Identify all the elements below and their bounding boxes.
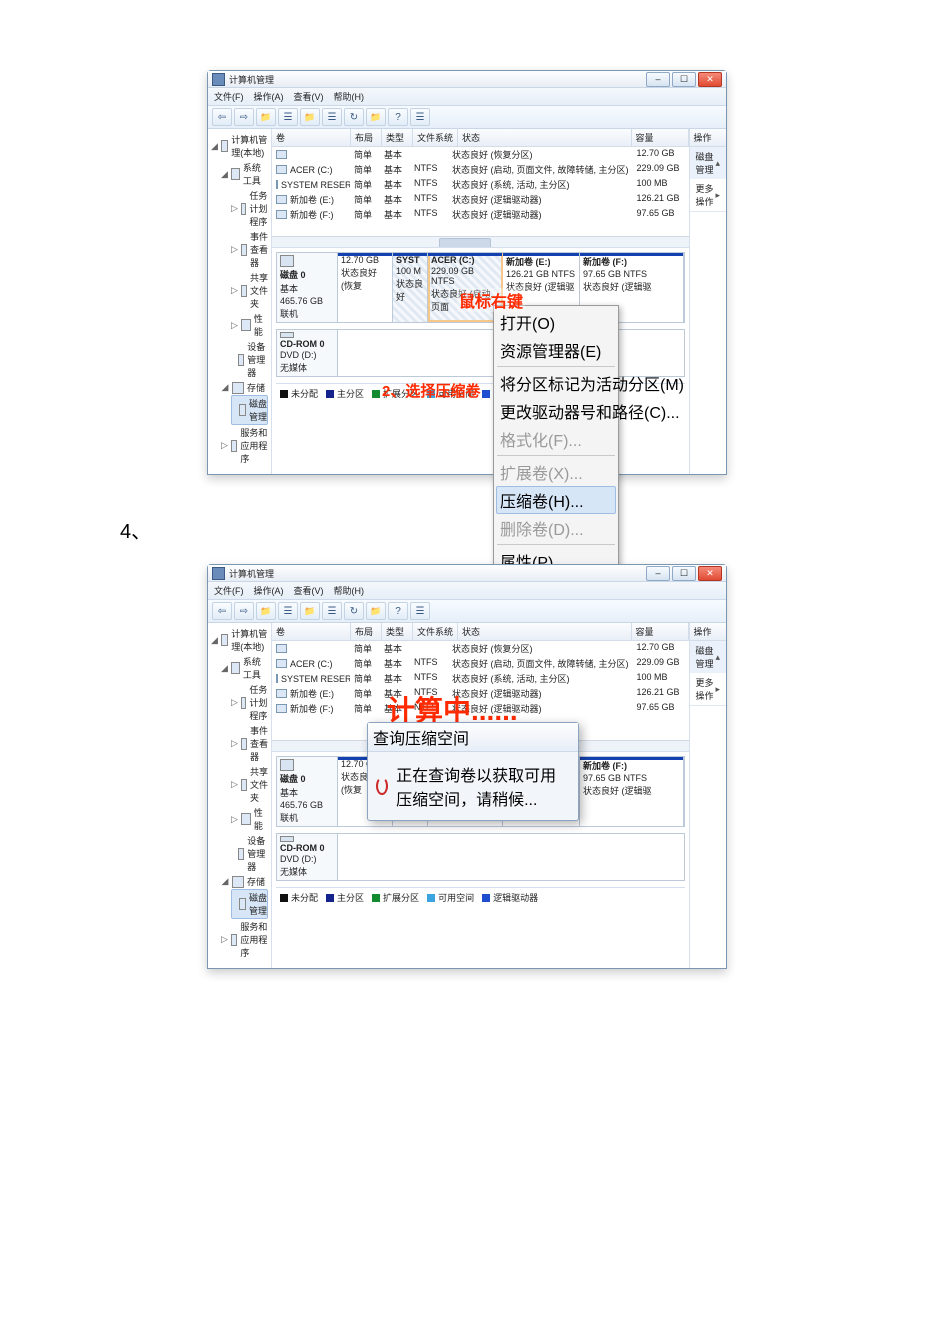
volume-list: 简单基本状态良好 (恢复分区)12.70 GB ACER (C:)简单基本NTF… <box>272 147 689 247</box>
cdrom-icon <box>280 332 294 338</box>
menu-file[interactable]: 文件(F) <box>214 584 244 597</box>
nav-tree: ◢计算机管理(本地) ◢系统工具 ▷任务计划程序 ▷事件查看器 ▷共享文件夹 ▷… <box>208 129 272 474</box>
col-type[interactable]: 类型 <box>382 129 413 146</box>
forward-button[interactable] <box>234 108 254 126</box>
nav-perf[interactable]: 性能 <box>254 312 268 338</box>
disk-icon <box>280 759 294 771</box>
col-fs[interactable]: 文件系统 <box>413 129 458 146</box>
col-status[interactable]: 状态 <box>458 129 631 146</box>
nav-system-tools[interactable]: 系统工具 <box>243 161 268 187</box>
menu-help[interactable]: 帮助(H) <box>334 90 365 103</box>
table-row: 新加卷 (F:)简单基本NTFS状态良好 (逻辑驱动器)97.65 GB <box>272 207 689 222</box>
close-button[interactable]: ✕ <box>698 566 722 581</box>
ctx-open[interactable]: 打开(O) <box>496 308 616 336</box>
menu-view[interactable]: 查看(V) <box>294 584 324 597</box>
disk-0-row: 磁盘 0 基本 465.76 GB 联机 12.70 GB状态良好 (恢复 SY… <box>276 252 685 323</box>
table-row: SYSTEM RESERVED简单基本NTFS状态良好 (系统, 活动, 主分区… <box>272 177 689 192</box>
nav-services[interactable]: 服务和应用程序 <box>240 426 268 465</box>
chevron-up-icon[interactable]: ▴ <box>715 158 720 169</box>
toolbar-btn[interactable] <box>366 602 386 620</box>
nav-root[interactable]: 计算机管理(本地) <box>231 133 268 159</box>
disk-icon <box>280 255 294 267</box>
menu-file[interactable]: 文件(F) <box>214 90 244 103</box>
partition-acer-c[interactable]: ACER (C:)229.09 GB NTFS状态良好 (启动, 页面 <box>428 253 503 322</box>
actions-group: 磁盘管理 <box>696 150 716 176</box>
actions-pane: 操作 磁盘管理▴ 更多操作▸ <box>690 129 726 474</box>
nav-diskmgmt[interactable]: 磁盘管理 <box>249 397 267 423</box>
maximize-button[interactable]: ☐ <box>672 72 696 87</box>
h-scrollbar[interactable] <box>272 236 689 247</box>
ctx-active[interactable]: 将分区标记为活动分区(M) <box>496 369 616 397</box>
back-button[interactable] <box>212 108 232 126</box>
chevron-right-icon: ▸ <box>715 190 720 201</box>
nav-shared[interactable]: 共享文件夹 <box>250 271 268 310</box>
toolbar-btn[interactable] <box>410 602 430 620</box>
back-button[interactable] <box>212 602 232 620</box>
actions-header: 操作 <box>690 129 726 147</box>
minimize-button[interactable]: – <box>646 72 670 87</box>
disk-0-title: 磁盘 0 <box>280 268 334 281</box>
table-row: ACER (C:)简单基本NTFS状态良好 (启动, 页面文件, 故障转储, 主… <box>272 162 689 177</box>
minimize-button[interactable]: – <box>646 566 670 581</box>
maximize-button[interactable]: ☐ <box>672 566 696 581</box>
toolbar-btn[interactable] <box>256 602 276 620</box>
toolbar-btn[interactable] <box>300 602 320 620</box>
toolbar-btn[interactable] <box>322 602 342 620</box>
window-title: 计算机管理 <box>229 567 274 580</box>
main-panel: 卷 布局 类型 文件系统 状态 容量 简单基本状态良好 (恢复分区)12.70 … <box>272 129 690 474</box>
spinner-icon <box>376 777 388 795</box>
actions-more[interactable]: 更多操作 <box>696 182 716 208</box>
ctx-format: 格式化(F)... <box>496 425 616 453</box>
toolbar-btn-7[interactable] <box>344 108 364 126</box>
menu-help[interactable]: 帮助(H) <box>334 584 365 597</box>
toolbar-btn-8[interactable] <box>366 108 386 126</box>
chevron-up-icon[interactable]: ▴ <box>715 652 720 663</box>
close-button[interactable]: ✕ <box>698 72 722 87</box>
toolbar-btn-10[interactable] <box>410 108 430 126</box>
app-icon <box>212 73 225 86</box>
col-volume[interactable]: 卷 <box>272 129 351 146</box>
table-row: 简单基本状态良好 (恢复分区)12.70 GB <box>272 147 689 162</box>
menu-view[interactable]: 查看(V) <box>294 90 324 103</box>
toolbar-btn[interactable] <box>344 602 364 620</box>
dialog-title: 查询压缩空间 <box>368 723 578 752</box>
screenshot-1: 计算机管理 – ☐ ✕ 文件(F) 操作(A) 查看(V) 帮助(H) <box>207 70 727 475</box>
shrink-query-dialog: 查询压缩空间 正在查询卷以获取可用压缩空间，请稍候... <box>367 722 579 821</box>
ctx-change[interactable]: 更改驱动器号和路径(C)... <box>496 397 616 425</box>
col-layout[interactable]: 布局 <box>351 129 382 146</box>
toolbar-btn-6[interactable] <box>322 108 342 126</box>
cdrom-row: CD-ROM 0 DVD (D:) 无媒体 <box>276 329 685 377</box>
cdrom-icon <box>280 836 294 842</box>
nav-scheduler[interactable]: 任务计划程序 <box>249 189 268 228</box>
col-cap[interactable]: 容量 <box>632 129 689 146</box>
menu-action[interactable]: 操作(A) <box>254 90 284 103</box>
menu-action[interactable]: 操作(A) <box>254 584 284 597</box>
ctx-explorer[interactable]: 资源管理器(E) <box>496 336 616 364</box>
toolbar-btn-4[interactable] <box>278 108 298 126</box>
forward-button[interactable] <box>234 602 254 620</box>
toolbar <box>208 106 726 129</box>
toolbar-btn[interactable] <box>278 602 298 620</box>
nav-devmgr[interactable]: 设备管理器 <box>247 340 268 379</box>
nav-eventviewer[interactable]: 事件查看器 <box>250 230 268 269</box>
ctx-shrink[interactable]: 压缩卷(H)... <box>496 486 616 514</box>
dialog-message: 正在查询卷以获取可用压缩空间，请稍候... <box>396 762 570 810</box>
toolbar-btn-9[interactable] <box>388 108 408 126</box>
ctx-delete: 删除卷(D)... <box>496 514 616 542</box>
toolbar-btn-5[interactable] <box>300 108 320 126</box>
table-row: 新加卷 (E:)简单基本NTFS状态良好 (逻辑驱动器)126.21 GB <box>272 192 689 207</box>
screenshot-2: 计算机管理 – ☐ ✕ 文件(F) 操作(A) 查看(V) 帮助(H) <box>207 564 727 969</box>
menubar: 文件(F) 操作(A) 查看(V) 帮助(H) <box>208 88 726 106</box>
toolbar-btn-3[interactable] <box>256 108 276 126</box>
nav-storage[interactable]: 存储 <box>247 381 265 394</box>
toolbar-btn[interactable] <box>388 602 408 620</box>
ctx-extend: 扩展卷(X)... <box>496 458 616 486</box>
chevron-right-icon: ▸ <box>715 684 720 695</box>
volume-table-header: 卷 布局 类型 文件系统 状态 容量 <box>272 129 689 147</box>
window-title: 计算机管理 <box>229 73 274 86</box>
titlebar: 计算机管理 – ☐ ✕ <box>208 71 726 88</box>
app-icon <box>212 567 225 580</box>
